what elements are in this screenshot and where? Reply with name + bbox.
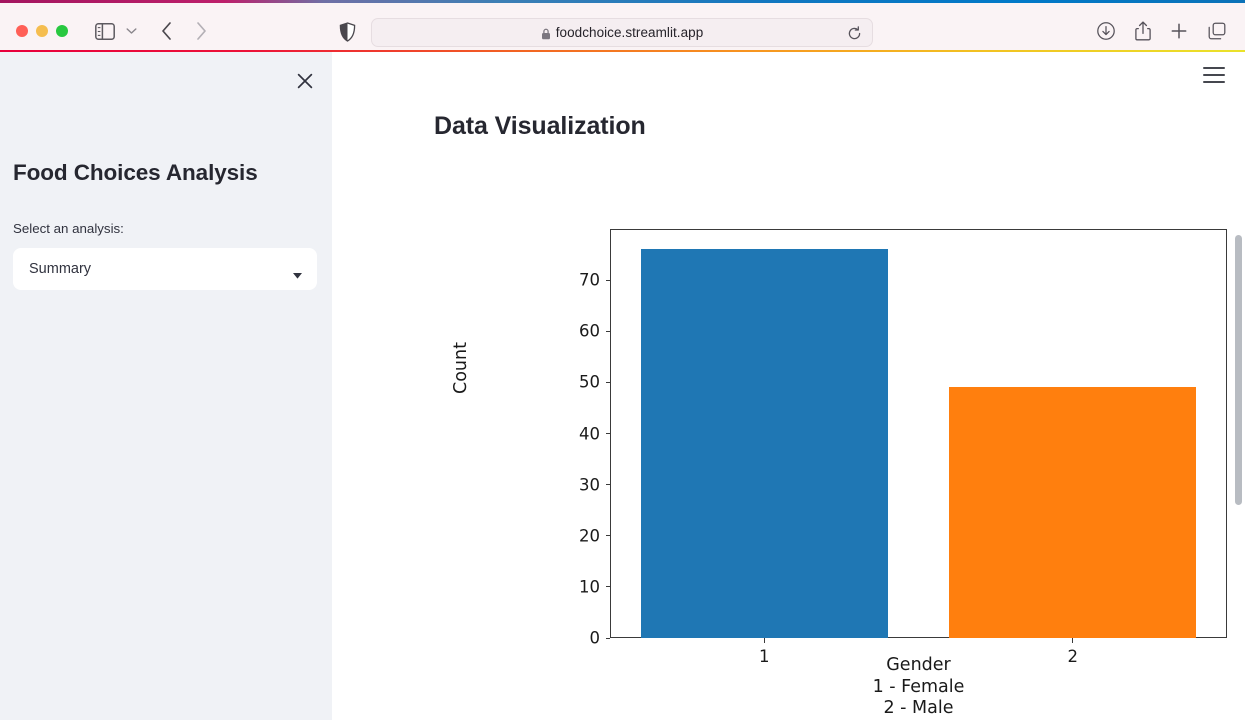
share-icon[interactable] xyxy=(1134,21,1151,41)
hamburger-line xyxy=(1203,67,1225,69)
y-axis-tick-label: 70 xyxy=(579,270,600,290)
y-axis-tick-mark xyxy=(605,433,610,435)
y-axis-tick-mark xyxy=(605,586,610,588)
caret-down-icon xyxy=(293,266,302,279)
y-axis-tick-mark xyxy=(605,535,610,537)
page-viewport: Food Choices Analysis Select an analysis… xyxy=(0,52,1245,720)
x-axis-tick-mark xyxy=(1072,638,1074,643)
y-axis-tick-mark xyxy=(605,330,610,332)
y-axis-tick-mark xyxy=(605,279,610,281)
y-axis-tick-label: 50 xyxy=(579,372,600,392)
plus-icon[interactable] xyxy=(1170,22,1188,40)
y-axis-tick-label: 0 xyxy=(589,628,601,648)
x-axis-title-line: 1 - Female xyxy=(872,676,965,697)
bar-1 xyxy=(640,249,888,638)
analysis-select-dropdown[interactable]: Summary xyxy=(13,248,317,290)
lock-icon xyxy=(541,27,551,39)
page-scrollbar-thumb[interactable] xyxy=(1235,235,1242,505)
shield-icon[interactable] xyxy=(339,22,356,42)
y-axis-tick-mark xyxy=(605,637,610,639)
y-axis-title: Count xyxy=(451,342,471,394)
address-bar[interactable]: foodchoice.streamlit.app xyxy=(371,18,873,47)
page-title: Food Choices Analysis xyxy=(13,160,258,185)
address-url-text: foodchoice.streamlit.app xyxy=(555,25,704,40)
sidebar-toggle-icon[interactable] xyxy=(95,22,115,40)
window-zoom-button[interactable] xyxy=(56,25,68,37)
x-axis-tick-label: 2 xyxy=(1067,647,1079,666)
x-axis-tick-mark xyxy=(763,638,765,643)
hamburger-menu-icon[interactable] xyxy=(1203,62,1229,88)
x-axis-title-line: Gender xyxy=(886,655,951,675)
y-axis-tick-mark xyxy=(605,484,610,486)
app-sidebar: Food Choices Analysis Select an analysis… xyxy=(0,52,332,720)
close-icon[interactable] xyxy=(294,70,316,92)
downloads-icon[interactable] xyxy=(1097,22,1115,40)
analysis-select-label: Select an analysis: xyxy=(13,221,124,236)
section-heading: Data Visualization xyxy=(434,112,646,140)
y-axis-tick-label: 10 xyxy=(579,577,600,597)
page-scrollbar[interactable] xyxy=(1231,52,1245,720)
x-axis-tick-label: 1 xyxy=(759,647,770,666)
x-axis-title-line: 2 - Male xyxy=(883,698,954,718)
analysis-select-value: Summary xyxy=(29,261,92,277)
bar-chart: Count Gender 1 - Female 2 - Male 0 10 20 30… xyxy=(434,155,1234,720)
y-axis-tick-mark xyxy=(605,381,610,383)
window-close-button[interactable] xyxy=(16,25,28,37)
window-traffic-lights xyxy=(16,25,68,37)
y-axis-tick-label: 30 xyxy=(579,475,600,495)
y-axis-tick-label: 20 xyxy=(579,526,600,546)
hamburger-line xyxy=(1203,81,1225,83)
reload-icon[interactable] xyxy=(847,26,862,41)
y-axis-tick-label: 40 xyxy=(579,424,600,443)
tab-overview-icon[interactable] xyxy=(1208,22,1226,40)
bar-2 xyxy=(949,387,1197,638)
chevron-down-icon[interactable] xyxy=(126,27,137,35)
y-axis-tick-label: 60 xyxy=(579,321,600,341)
main-content: Data Visualization Count Gender 1 - Fema… xyxy=(332,52,1245,720)
back-button[interactable] xyxy=(157,21,175,41)
hamburger-line xyxy=(1203,74,1225,76)
x-axis-title: Gender 1 - Female 2 - Male xyxy=(610,655,1227,720)
forward-button[interactable] xyxy=(192,21,210,41)
window-minimize-button[interactable] xyxy=(36,25,48,37)
browser-chrome: foodchoice.streamlit.app xyxy=(0,3,1245,52)
